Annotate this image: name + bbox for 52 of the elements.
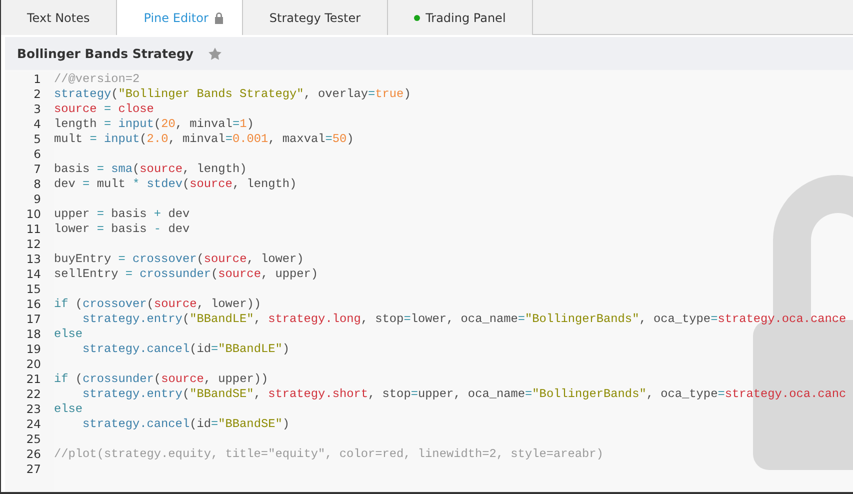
code-line: else bbox=[54, 327, 84, 342]
code-line: strategy.cancel(id="BBandLE") bbox=[82, 342, 291, 357]
line-number: 4 bbox=[32, 117, 41, 132]
line-number: 11 bbox=[25, 222, 41, 237]
code-line: sellEntry = crossunder(source, upper) bbox=[54, 267, 320, 282]
code-line: upper = basis + dev bbox=[54, 207, 191, 222]
line-number: 18 bbox=[25, 327, 41, 342]
line-number: 19 bbox=[25, 342, 41, 357]
line-number: 17 bbox=[25, 312, 41, 327]
script-title: Bollinger Bands Strategy bbox=[17, 46, 194, 61]
line-number: 27 bbox=[25, 462, 41, 477]
line-number: 1 bbox=[32, 72, 41, 87]
line-number: 24 bbox=[25, 417, 41, 432]
tab[interactable]: Trading Panel bbox=[388, 0, 533, 35]
line-number: 12 bbox=[25, 237, 41, 252]
code-line: mult = input(2.0, minval=0.001, maxval=50) bbox=[54, 132, 355, 147]
line-number: 8 bbox=[32, 177, 41, 192]
tab[interactable]: Text Notes bbox=[1, 0, 117, 35]
line-number: 9 bbox=[32, 192, 41, 207]
line-number: 7 bbox=[32, 162, 41, 177]
code-line: if (crossunder(source, upper)) bbox=[54, 372, 270, 387]
tab[interactable]: Strategy Tester bbox=[243, 0, 388, 35]
line-number: 5 bbox=[32, 132, 41, 147]
line-number: 6 bbox=[32, 147, 41, 162]
line-number: 13 bbox=[25, 252, 41, 267]
code-line: strategy.entry("BBandSE", strategy.short, stop=upper, oca_name="BollingerBands", oca_type=strategy.oca.canc bbox=[82, 387, 846, 402]
code-line: strategy.cancel(id="BBandSE") bbox=[82, 417, 291, 432]
line-number: 16 bbox=[25, 297, 41, 312]
code-line: buyEntry = crossover(source, lower) bbox=[54, 252, 305, 267]
star-icon[interactable] bbox=[208, 46, 222, 60]
line-number: 25 bbox=[25, 432, 41, 447]
code-line: //@version=2 bbox=[54, 72, 141, 87]
line-number: 3 bbox=[32, 102, 41, 117]
code-line: //plot(strategy.equity, title="equity", color=red, linewidth=2, style=areabr) bbox=[54, 447, 604, 462]
line-number: 22 bbox=[25, 387, 41, 402]
line-number: 20 bbox=[25, 357, 41, 372]
line-number: 26 bbox=[25, 447, 41, 462]
code-line: else bbox=[54, 402, 84, 417]
line-number: 23 bbox=[25, 402, 41, 417]
line-number: 14 bbox=[25, 267, 41, 282]
code-line: strategy.entry("BBandLE", strategy.long, stop=lower, oca_name="BollingerBands", oca_type=strategy.oca.cance bbox=[82, 312, 846, 327]
line-number: 2 bbox=[32, 87, 41, 102]
code-line: strategy("Bollinger Bands Strategy", overlay=true) bbox=[54, 87, 412, 102]
code-line: basis = sma(source, length) bbox=[54, 162, 248, 177]
code-line: source = close bbox=[54, 102, 155, 117]
line-number: 21 bbox=[25, 372, 41, 387]
code-line: length = input(20, minval=1) bbox=[54, 117, 255, 132]
line-number: 15 bbox=[25, 282, 41, 297]
code-line: dev = mult * stdev(source, length) bbox=[54, 177, 298, 192]
code-line: if (crossover(source, lower)) bbox=[54, 297, 262, 312]
code-line: lower = basis - dev bbox=[54, 222, 191, 237]
line-number: 10 bbox=[25, 207, 41, 222]
